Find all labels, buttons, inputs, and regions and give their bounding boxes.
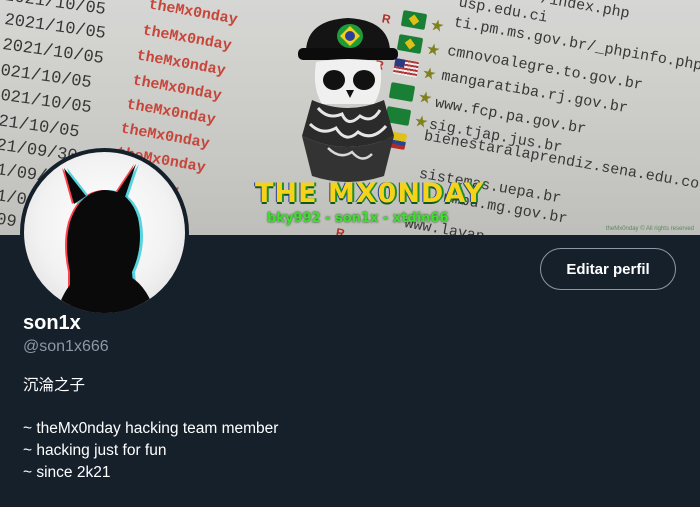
display-name: son1x: [23, 312, 81, 334]
profile-bio: 沉淪之子 ~ theMx0nday hacking team member ~ …: [23, 374, 278, 484]
edit-profile-button[interactable]: Editar perfil: [540, 248, 676, 290]
avatar[interactable]: [20, 148, 189, 317]
bio-line: ~ theMx0nday hacking team member: [23, 420, 279, 437]
bio-line: ~ hacking just for fun: [23, 442, 167, 459]
banner-watermark: theMx0nday © All rights reserved: [605, 226, 694, 232]
banner-logo-subtitle: bky992 - son1x - xtdin66: [267, 211, 449, 226]
skull-bandana-mascot-icon: [298, 18, 398, 182]
banner-logo-title: THE MX0NDAY: [255, 178, 485, 209]
bio-line: ~ since 2k21: [23, 464, 111, 481]
bio-name-line: 沉淪之子: [23, 376, 86, 394]
horned-silhouette-icon: [56, 164, 156, 313]
bio-spacer: [23, 396, 278, 418]
profile-handle: @son1x666: [23, 338, 109, 355]
